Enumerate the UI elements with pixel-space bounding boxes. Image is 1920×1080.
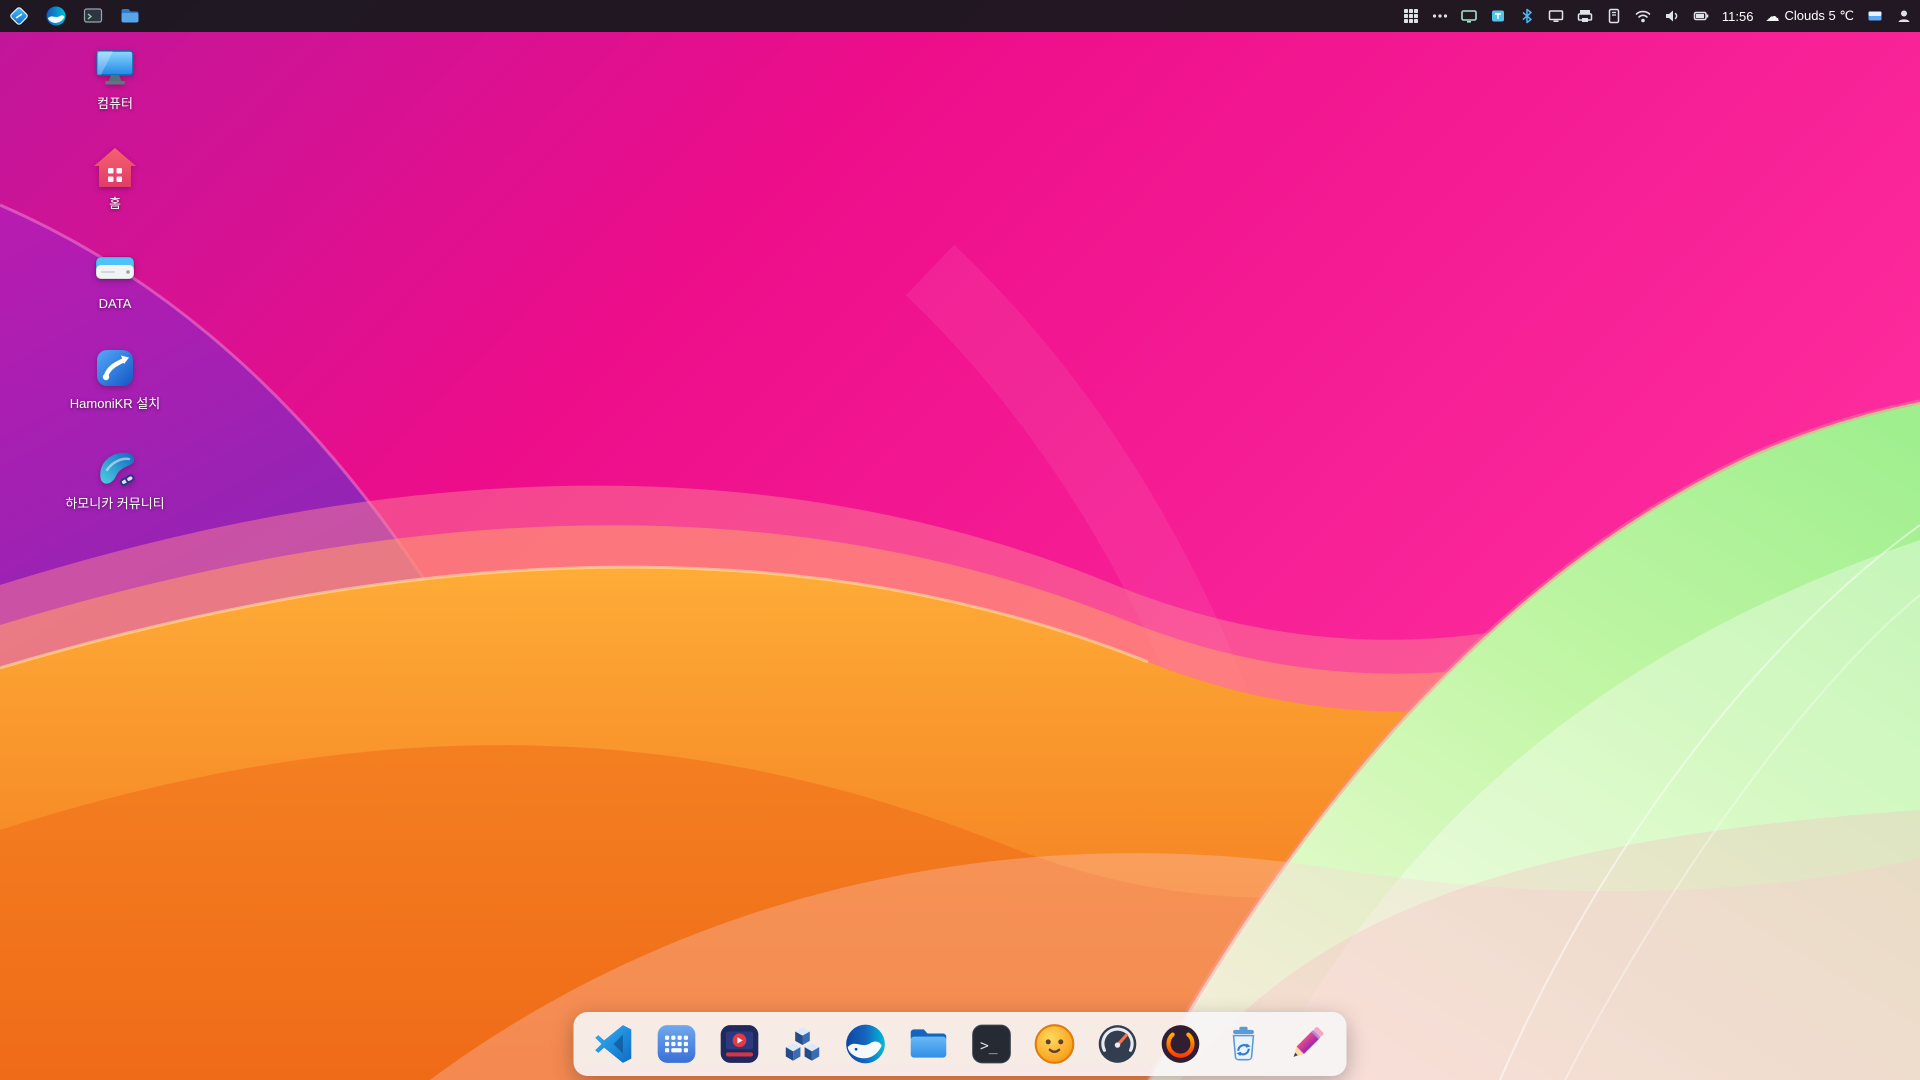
dock-video-player-icon[interactable] bbox=[716, 1020, 764, 1068]
file-manager-icon[interactable] bbox=[119, 5, 141, 27]
desktop-icon-home[interactable]: 홈 bbox=[54, 144, 176, 244]
dock-files-icon[interactable] bbox=[905, 1020, 953, 1068]
top-panel: 11:56 ☁ Clouds 5 ℃ bbox=[0, 0, 1920, 32]
dock-keyboard-icon[interactable] bbox=[653, 1020, 701, 1068]
desktop-icon-label: HamoniKR 설치 bbox=[70, 397, 160, 412]
keyboard-layout-icon[interactable] bbox=[1866, 8, 1883, 25]
dock-system-monitor-icon[interactable] bbox=[1094, 1020, 1142, 1068]
volume-icon[interactable] bbox=[1664, 8, 1681, 25]
panel-launchers bbox=[8, 5, 141, 27]
desktop-icon-label: 하모니카 커뮤니티 bbox=[65, 497, 164, 512]
desktop-icon-label: DATA bbox=[99, 297, 132, 312]
cloud-icon: ☁ bbox=[1765, 8, 1779, 25]
input-method-icon[interactable] bbox=[1490, 8, 1507, 25]
app-grid-icon[interactable] bbox=[1403, 8, 1420, 25]
whale-browser-icon[interactable] bbox=[45, 5, 67, 27]
dock-text-editor-icon[interactable] bbox=[1283, 1020, 1331, 1068]
dock-trash-icon[interactable] bbox=[1220, 1020, 1268, 1068]
user-account-icon[interactable] bbox=[1895, 8, 1912, 25]
desktop-icon-label: 홈 bbox=[109, 197, 121, 212]
desktop-icon-community[interactable]: 하모니카 커뮤니티 bbox=[54, 444, 176, 544]
home-icon bbox=[91, 144, 139, 192]
hamonikr-menu-icon[interactable] bbox=[8, 5, 30, 27]
card-reader-icon[interactable] bbox=[1606, 8, 1623, 25]
panel-tray: 11:56 ☁ Clouds 5 ℃ bbox=[1403, 8, 1912, 25]
weather-text: Clouds 5 ℃ bbox=[1784, 8, 1854, 24]
wifi-icon[interactable] bbox=[1635, 8, 1652, 25]
display-icon[interactable] bbox=[1548, 8, 1565, 25]
dock-vscode-icon[interactable] bbox=[590, 1020, 638, 1068]
desktop-wallpaper bbox=[0, 0, 1920, 1080]
weather-applet[interactable]: ☁ Clouds 5 ℃ bbox=[1765, 8, 1854, 25]
overflow-dots-icon[interactable] bbox=[1432, 8, 1449, 25]
screen-share-icon[interactable] bbox=[1461, 8, 1478, 25]
dock-assistant-icon[interactable] bbox=[1031, 1020, 1079, 1068]
community-icon bbox=[91, 444, 139, 492]
desktop-icon-column: 컴퓨터 홈 DATA bbox=[54, 44, 176, 544]
dock: >_ bbox=[574, 1012, 1347, 1076]
desktop-icon-installer[interactable]: HamoniKR 설치 bbox=[54, 344, 176, 444]
drive-icon bbox=[91, 244, 139, 292]
dock-power-icon[interactable] bbox=[1157, 1020, 1205, 1068]
dock-terminal-icon[interactable]: >_ bbox=[968, 1020, 1016, 1068]
dock-whale-browser-icon[interactable] bbox=[842, 1020, 890, 1068]
battery-icon[interactable] bbox=[1693, 8, 1710, 25]
computer-icon bbox=[91, 44, 139, 92]
dock-packages-icon[interactable] bbox=[779, 1020, 827, 1068]
terminal-launcher-icon[interactable] bbox=[82, 5, 104, 27]
desktop-icon-computer[interactable]: 컴퓨터 bbox=[54, 44, 176, 144]
terminal-prompt-glyph: >_ bbox=[980, 1037, 998, 1054]
desktop-icon-label: 컴퓨터 bbox=[97, 97, 133, 112]
desktop-icon-data[interactable]: DATA bbox=[54, 244, 176, 344]
bluetooth-icon[interactable] bbox=[1519, 8, 1536, 25]
installer-icon bbox=[91, 344, 139, 392]
clock[interactable]: 11:56 bbox=[1722, 9, 1754, 24]
printer-icon[interactable] bbox=[1577, 8, 1594, 25]
